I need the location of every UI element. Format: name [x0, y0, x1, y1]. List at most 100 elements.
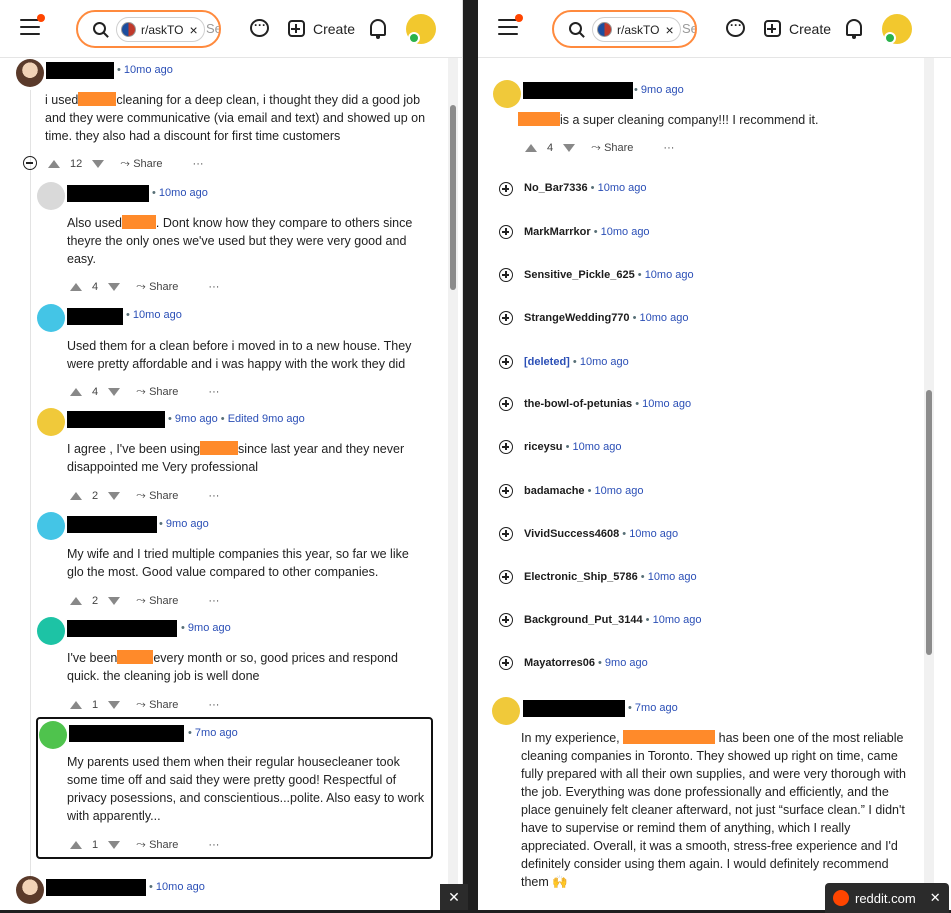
avatar[interactable] — [39, 721, 67, 749]
plus-icon — [764, 20, 781, 37]
downvote-icon[interactable] — [92, 159, 105, 168]
avatar[interactable] — [37, 512, 65, 540]
collapsed-comment[interactable]: badamache • 10mo ago — [524, 485, 643, 497]
expand-icon[interactable] — [499, 397, 513, 411]
expand-icon[interactable] — [499, 440, 513, 454]
collapsed-comment[interactable]: Background_Put_3144 • 10mo ago — [524, 614, 702, 626]
downvote-icon[interactable] — [108, 387, 121, 396]
chat-icon[interactable] — [726, 18, 745, 37]
upvote-icon[interactable] — [525, 143, 537, 152]
reddit-tab[interactable]: reddit.com ✕ — [825, 883, 949, 913]
reddit-logo-icon — [833, 890, 849, 906]
redacted-username — [67, 411, 165, 428]
share-button[interactable]: Share — [136, 697, 178, 712]
avatar[interactable] — [37, 304, 65, 332]
more-icon[interactable]: ··· — [208, 595, 219, 607]
expand-icon[interactable] — [499, 613, 513, 627]
more-icon[interactable]: ··· — [663, 142, 674, 154]
more-icon[interactable]: ··· — [208, 281, 219, 293]
upvote-icon[interactable] — [70, 700, 82, 709]
more-icon[interactable]: ··· — [193, 158, 204, 170]
collapsed-comment[interactable]: Electronic_Ship_5786 • 10mo ago — [524, 571, 697, 583]
collapsed-comment[interactable]: StrangeWedding770 • 10mo ago — [524, 312, 688, 324]
more-icon[interactable]: ··· — [208, 490, 219, 502]
search-bar[interactable]: r/askTO × Se — [76, 10, 221, 48]
avatar[interactable] — [16, 876, 44, 904]
chip-close-icon[interactable]: × — [665, 22, 673, 38]
search-icon — [569, 22, 582, 35]
close-icon[interactable]: ✕ — [930, 890, 941, 906]
user-avatar[interactable] — [406, 14, 436, 44]
collapse-icon[interactable] — [23, 156, 37, 170]
avatar[interactable] — [493, 80, 521, 108]
downvote-icon[interactable] — [108, 596, 121, 605]
redacted-username — [67, 516, 157, 533]
avatar[interactable] — [37, 182, 65, 210]
avatar[interactable] — [37, 617, 65, 645]
collapsed-comment[interactable]: riceysu • 10mo ago — [524, 441, 621, 453]
collapsed-comment[interactable]: VividSuccess4608 • 10mo ago — [524, 528, 678, 540]
share-button[interactable]: Share — [591, 140, 633, 155]
collapsed-comment[interactable]: [deleted] • 10mo ago — [524, 356, 629, 368]
bell-icon[interactable] — [370, 19, 386, 39]
create-button[interactable]: Create — [288, 20, 355, 37]
expand-icon[interactable] — [499, 484, 513, 498]
menu-icon[interactable] — [20, 14, 45, 37]
expand-icon[interactable] — [499, 656, 513, 670]
downvote-icon[interactable] — [108, 282, 121, 291]
share-button[interactable]: Share — [136, 593, 178, 608]
chat-icon[interactable] — [250, 18, 269, 37]
downvote-icon[interactable] — [563, 143, 576, 152]
upvote-icon[interactable] — [70, 596, 82, 605]
scrollbar-thumb[interactable] — [450, 105, 456, 290]
upvote-icon[interactable] — [70, 491, 82, 500]
bell-icon[interactable] — [846, 19, 862, 39]
downvote-icon[interactable] — [108, 700, 121, 709]
expand-icon[interactable] — [499, 311, 513, 325]
share-button[interactable]: Share — [136, 384, 178, 399]
chip-close-icon[interactable]: × — [189, 22, 197, 38]
search-bar[interactable]: r/askTO × Se — [552, 10, 697, 48]
collapsed-comment[interactable]: Sensitive_Pickle_625 • 10mo ago — [524, 269, 694, 281]
expand-icon[interactable] — [499, 225, 513, 239]
create-label: Create — [313, 20, 356, 37]
comment-body: Used them for a clean before i moved in … — [67, 339, 412, 371]
subreddit-chip[interactable]: r/askTO × — [592, 17, 681, 42]
more-icon[interactable]: ··· — [208, 839, 219, 851]
notification-dot — [37, 14, 45, 22]
scrollbar-thumb[interactable] — [926, 390, 932, 655]
close-tab-button[interactable]: ✕ — [440, 884, 468, 910]
create-button[interactable]: Create — [764, 20, 831, 37]
upvote-icon[interactable] — [70, 840, 82, 849]
share-button[interactable]: Share — [136, 279, 178, 294]
top-bar: r/askTO × Se Create — [0, 0, 462, 58]
downvote-icon[interactable] — [108, 840, 121, 849]
upvote-icon[interactable] — [70, 387, 82, 396]
share-button[interactable]: Share — [136, 837, 178, 852]
comment-time: • 10mo ago — [149, 881, 205, 893]
collapsed-comment[interactable]: the-bowl-of-petunias • 10mo ago — [524, 398, 691, 410]
collapsed-comment[interactable]: Mayatorres06 • 9mo ago — [524, 657, 648, 669]
avatar[interactable] — [16, 59, 44, 87]
user-avatar[interactable] — [882, 14, 912, 44]
downvote-icon[interactable] — [108, 491, 121, 500]
upvote-icon[interactable] — [48, 159, 60, 168]
upvote-icon[interactable] — [70, 282, 82, 291]
subreddit-chip[interactable]: r/askTO × — [116, 17, 205, 42]
more-icon[interactable]: ··· — [208, 699, 219, 711]
collapsed-comment[interactable]: MarkMarrkor • 10mo ago — [524, 226, 650, 238]
expand-icon[interactable] — [499, 182, 513, 196]
avatar[interactable] — [37, 408, 65, 436]
share-button[interactable]: Share — [136, 488, 178, 503]
expand-icon[interactable] — [499, 268, 513, 282]
share-button[interactable]: Share — [120, 156, 162, 171]
collapsed-comment[interactable]: No_Bar7336 • 10mo ago — [524, 182, 647, 194]
comment-actions: 1 Share ··· — [70, 837, 219, 852]
expand-icon[interactable] — [499, 570, 513, 584]
expand-icon[interactable] — [499, 355, 513, 369]
menu-icon[interactable] — [498, 14, 523, 37]
plus-icon — [288, 20, 305, 37]
avatar[interactable] — [492, 697, 520, 725]
more-icon[interactable]: ··· — [208, 386, 219, 398]
expand-icon[interactable] — [499, 527, 513, 541]
